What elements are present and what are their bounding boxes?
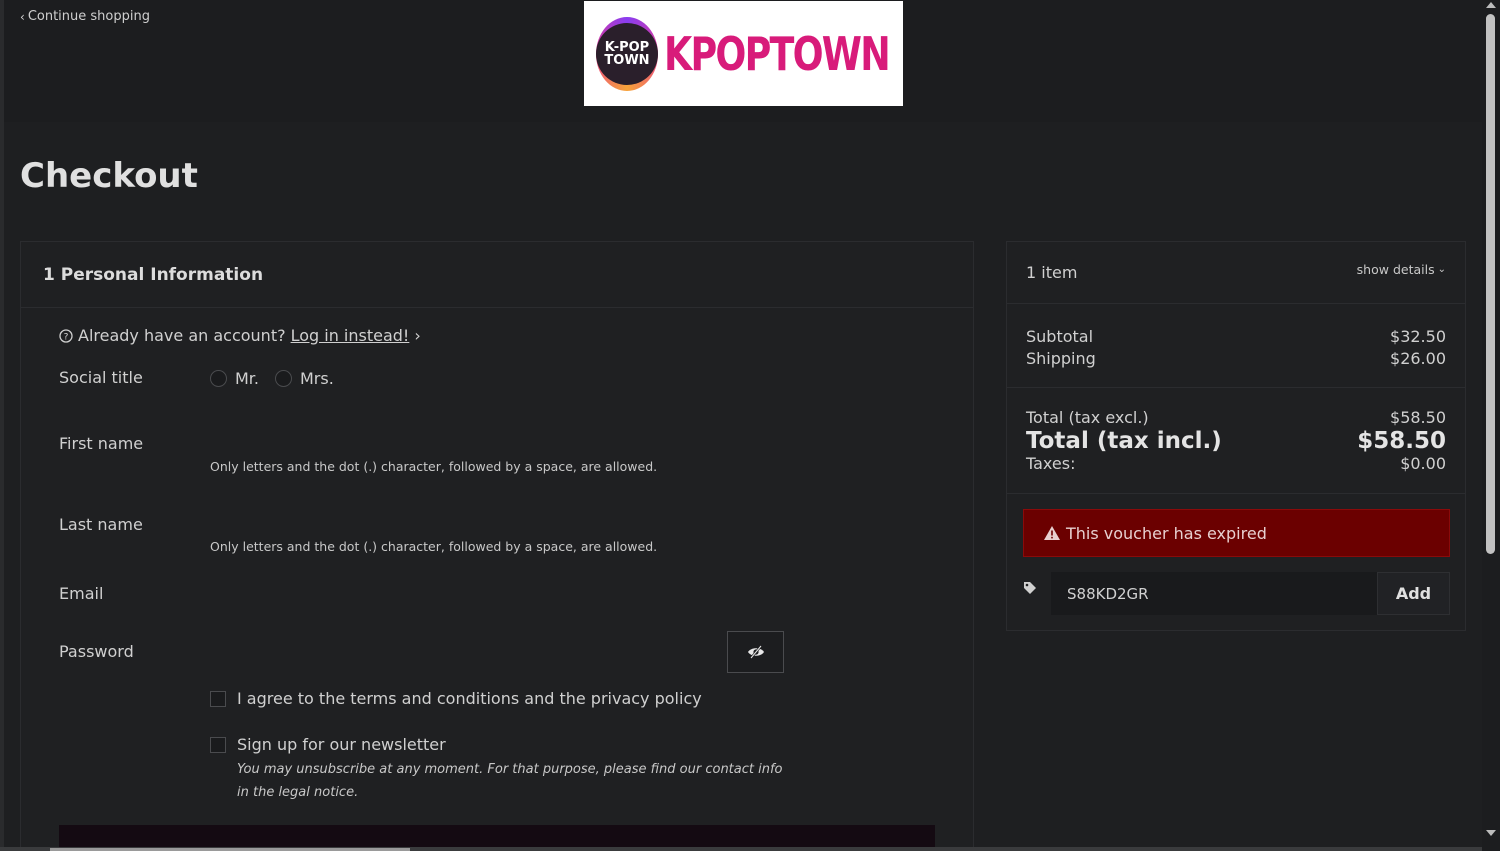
scroll-down-arrow[interactable] <box>1486 830 1496 836</box>
question-icon: ? <box>59 328 73 343</box>
chevron-down-icon: ⌄ <box>1437 264 1446 275</box>
radio-mr-label: Mr. <box>235 369 259 388</box>
shipping-line: Shipping $26.00 <box>1026 348 1446 370</box>
voucher-error-text: This voucher has expired <box>1066 523 1267 543</box>
chevron-right-icon: › <box>414 326 421 345</box>
shipping-value: $26.00 <box>1390 349 1446 368</box>
total-excl-value: $58.50 <box>1390 408 1446 427</box>
radio-mr[interactable]: Mr. <box>210 369 259 388</box>
taxes-label: Taxes: <box>1026 454 1076 473</box>
voucher-form: S88KD2GR Add <box>1023 572 1450 615</box>
show-password-button[interactable] <box>727 631 784 673</box>
total-incl-line: Total (tax incl.) $58.50 <box>1026 428 1446 454</box>
cart-items-header: 1 item show details ⌄ <box>1007 242 1465 304</box>
terms-checkbox[interactable] <box>210 691 226 707</box>
radio-mrs-label: Mrs. <box>300 369 334 388</box>
first-name-label: First name <box>59 434 144 453</box>
vertical-scrollbar[interactable] <box>1482 0 1500 851</box>
total-incl-label: Total (tax incl.) <box>1026 428 1222 454</box>
store-logo[interactable]: K-POP TOWN KPOPTOWN <box>584 1 903 106</box>
taxes-value: $0.00 <box>1400 454 1446 473</box>
logo-badge: K-POP TOWN <box>596 16 658 91</box>
voucher-code-input[interactable]: S88KD2GR <box>1051 572 1377 615</box>
newsletter-checkbox[interactable] <box>210 737 226 753</box>
radio-mrs-button[interactable] <box>275 370 292 387</box>
radio-mrs[interactable]: Mrs. <box>275 369 334 388</box>
terms-checkbox-row[interactable]: I agree to the terms and conditions and … <box>210 689 702 708</box>
logo-text: KPOPTOWN <box>664 26 891 81</box>
eye-slash-icon <box>747 645 764 659</box>
warning-icon <box>1044 526 1060 540</box>
password-label: Password <box>59 642 134 661</box>
header: ‹ Continue shopping K-POP TOWN KPOPTOWN <box>4 0 1482 122</box>
terms-label: I agree to the terms and conditions and … <box>237 689 702 708</box>
shipping-label: Shipping <box>1026 349 1096 368</box>
radio-mr-button[interactable] <box>210 370 227 387</box>
total-incl-value: $58.50 <box>1357 428 1446 454</box>
subtotal-line: Subtotal $32.50 <box>1026 326 1446 348</box>
item-count: 1 item <box>1026 263 1078 282</box>
svg-text:?: ? <box>64 332 69 342</box>
order-summary: 1 item show details ⌄ Subtotal $32.50 Sh… <box>1006 241 1466 631</box>
newsletter-checkbox-row[interactable]: Sign up for our newsletter <box>210 735 446 754</box>
newsletter-note: You may unsubscribe at any moment. For t… <box>237 762 783 800</box>
scrollbar-thumb[interactable] <box>1486 14 1495 554</box>
subtotal-label: Subtotal <box>1026 327 1094 346</box>
social-title-label: Social title <box>59 368 143 387</box>
social-title-radios: Mr. Mrs. <box>210 369 334 388</box>
continue-shopping-label: Continue shopping <box>27 9 150 24</box>
last-name-hint: Only letters and the dot (.) character, … <box>210 539 658 554</box>
continue-button[interactable] <box>59 825 935 847</box>
personal-information-section: 1 Personal Information ? Already have an… <box>20 241 974 847</box>
first-name-hint: Only letters and the dot (.) character, … <box>210 459 658 474</box>
subtotals: Subtotal $32.50 Shipping $26.00 <box>1007 304 1465 388</box>
login-link[interactable]: Log in instead! <box>291 326 410 345</box>
email-label: Email <box>59 584 104 603</box>
newsletter-label: Sign up for our newsletter <box>237 735 446 754</box>
tag-icon <box>1023 572 1051 615</box>
account-question: Already have an account? <box>78 326 286 345</box>
chevron-left-icon: ‹ <box>20 9 25 24</box>
totals: Total (tax excl.) $58.50 Total (tax incl… <box>1007 388 1465 494</box>
continue-shopping-link[interactable]: ‹ Continue shopping <box>20 9 150 24</box>
show-details-toggle[interactable]: show details ⌄ <box>1357 262 1446 277</box>
add-voucher-button[interactable]: Add <box>1377 572 1450 615</box>
step-title[interactable]: 1 Personal Information <box>21 242 973 308</box>
total-excl-label: Total (tax excl.) <box>1026 408 1149 427</box>
subtotal-value: $32.50 <box>1390 327 1446 346</box>
logo-badge-line2: TOWN <box>604 52 650 68</box>
taxes-line: Taxes: $0.00 <box>1026 454 1446 474</box>
last-name-label: Last name <box>59 515 143 534</box>
page-title: Checkout <box>20 156 198 196</box>
show-details-label: show details <box>1356 262 1435 277</box>
scroll-up-arrow[interactable] <box>1486 2 1496 8</box>
checkout-page: ‹ Continue shopping K-POP TOWN KPOPTOWN … <box>4 0 1482 847</box>
account-prompt: ? Already have an account? Log in instea… <box>59 326 421 345</box>
logo-badge-line1: K-POP <box>604 39 650 55</box>
total-excl-line: Total (tax excl.) $58.50 <box>1026 408 1446 428</box>
voucher-error-alert: This voucher has expired <box>1023 509 1450 557</box>
